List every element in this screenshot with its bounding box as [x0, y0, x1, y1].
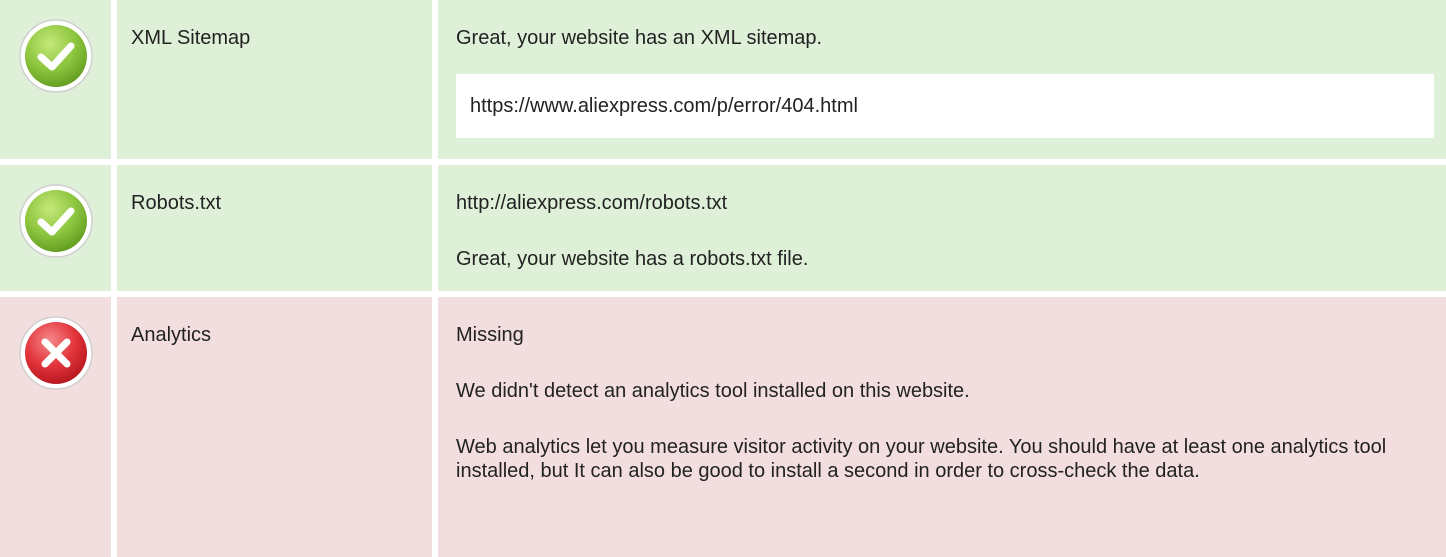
sitemap-url: https://www.aliexpress.com/p/error/404.h… — [456, 74, 1434, 138]
check-label: Robots.txt — [117, 165, 432, 291]
check-content: Missing We didn't detect an analytics to… — [438, 297, 1446, 557]
seo-check-table: XML Sitemap Great, your website has an X… — [0, 0, 1446, 557]
check-message: Great, your website has a robots.txt fil… — [456, 248, 809, 270]
status-cell — [0, 0, 111, 159]
status-cell — [0, 165, 111, 291]
check-row-analytics: Analytics Missing We didn't detect an an… — [0, 297, 1446, 557]
check-detail: Web analytics let you measure visitor ac… — [456, 436, 1387, 482]
check-icon — [18, 18, 94, 94]
check-content: Great, your website has an XML sitemap. … — [438, 0, 1446, 159]
check-value: Missing — [456, 324, 524, 346]
check-content: http://aliexpress.com/robots.txt Great, … — [438, 165, 1446, 291]
check-row-xml-sitemap: XML Sitemap Great, your website has an X… — [0, 0, 1446, 159]
status-cell — [0, 297, 111, 557]
check-label: Analytics — [117, 297, 432, 557]
robots-url: http://aliexpress.com/robots.txt — [456, 192, 728, 214]
check-icon — [18, 183, 94, 259]
check-message: We didn't detect an analytics tool insta… — [456, 380, 970, 402]
check-label: XML Sitemap — [117, 0, 432, 159]
check-row-robots-txt: Robots.txt http://aliexpress.com/robots.… — [0, 165, 1446, 291]
cross-icon — [18, 315, 94, 391]
check-message: Great, your website has an XML sitemap. — [456, 27, 823, 49]
